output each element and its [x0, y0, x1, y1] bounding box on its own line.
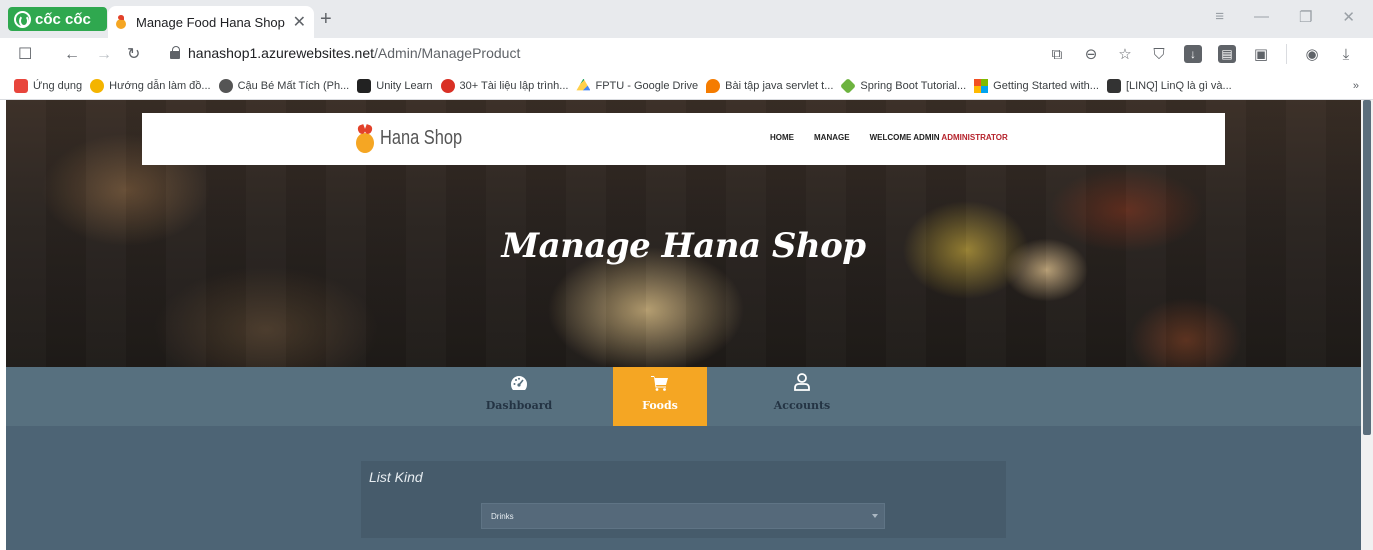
nav-manage-link[interactable]: MANAGE [814, 133, 850, 142]
microsoft-icon [974, 78, 989, 93]
pineapple-logo-icon [354, 123, 376, 153]
shopping-cart-icon [651, 376, 668, 391]
logo-text: Hana Shop [380, 126, 463, 149]
list-kind-title: List Kind [369, 469, 423, 485]
shield-icon[interactable]: ⛉ [1150, 45, 1168, 63]
bookmark-item[interactable]: Bài tập java servlet t... [706, 78, 833, 93]
toolbar-separator [1286, 44, 1287, 64]
reload-icon[interactable]: ↻ [127, 45, 140, 65]
coccoc-brand-label: cốc cốc [35, 10, 91, 28]
bookmark-item[interactable]: FPTU - Google Drive [576, 78, 698, 93]
bookmark-item[interactable]: [LINQ] LinQ là gì và... [1106, 78, 1232, 93]
profile-icon[interactable]: ◉ [1303, 45, 1321, 63]
minimize-icon[interactable]: — [1254, 8, 1269, 26]
toolbar-extensions: ⧉ ⊖ ☆ ⛉ ↓ ▤ ▣ ◉ ⤓ [1048, 44, 1355, 64]
google-drive-icon [576, 78, 591, 91]
window-controls: ≡ — ❐ ✕ [1215, 8, 1355, 26]
url-path: /Admin/ManageProduct [374, 45, 521, 61]
coccoc-logo-icon [14, 10, 31, 28]
page-scrollbar[interactable] [1361, 100, 1373, 550]
close-window-icon[interactable]: ✕ [1342, 8, 1355, 26]
forward-arrow-icon[interactable]: → [96, 45, 112, 65]
tab-search-icon[interactable]: ≡ [1215, 8, 1224, 26]
scrollbar-thumb[interactable] [1363, 100, 1371, 435]
tab-foods[interactable]: Foods [613, 367, 707, 426]
bookmarks-overflow-button[interactable]: » [1353, 80, 1359, 92]
new-tab-button[interactable]: + [320, 9, 332, 29]
lock-icon[interactable] [170, 46, 180, 59]
bookmark-item[interactable]: Unity Learn [357, 78, 433, 93]
feature-tabs: Dashboard Foods Accounts [6, 367, 1361, 426]
browser-tab-strip: cốc cốc Manage Food Hana Shop ✕ + ≡ — ❐ … [0, 0, 1373, 38]
translate-icon[interactable]: ⧉ [1048, 45, 1066, 63]
bookmark-item[interactable]: Getting Started with... [974, 78, 1099, 93]
flame-icon [706, 78, 721, 93]
download-extension-icon[interactable]: ↓ [1184, 45, 1202, 63]
page-viewport: Hana Shop HOME MANAGE WELCOME ADMIN ADMI… [6, 100, 1361, 550]
nav-welcome[interactable]: WELCOME ADMIN ADMINISTRATOR [870, 133, 1008, 142]
bookmark-item[interactable]: Spring Boot Tutorial... [840, 77, 966, 94]
nav-home-link[interactable]: HOME [770, 133, 794, 142]
tab-close-icon[interactable]: ✕ [293, 12, 306, 32]
hana-favicon-icon [114, 15, 128, 29]
tab-title: Manage Food Hana Shop [136, 14, 285, 30]
bookmark-item[interactable]: 30+ Tài liệu lập trình... [440, 78, 568, 93]
bookmark-star-icon[interactable]: ☆ [1116, 45, 1134, 63]
url-host: hanashop1.azurewebsites.net [188, 45, 375, 61]
screenshot-extension-icon[interactable]: ▣ [1252, 45, 1270, 63]
site-logo[interactable]: Hana Shop [354, 123, 480, 153]
welcome-text: WELCOME ADMIN [869, 133, 940, 142]
back-arrow-icon[interactable]: ← [64, 45, 80, 65]
tab-dashboard[interactable]: Dashboard [472, 367, 566, 426]
bookmarks-bar: Ứng dụng Hướng dẫn làm đồ... Cậu Bé Mất … [0, 72, 1373, 100]
bookmark-apps[interactable]: Ứng dụng [14, 78, 82, 93]
nav-links: HOME MANAGE WELCOME ADMIN ADMINISTRATOR [770, 133, 1008, 142]
coccoc-brand-button[interactable]: cốc cốc [8, 7, 107, 31]
bookmark-item[interactable]: Hướng dẫn làm đồ... [90, 78, 211, 93]
tab-accounts[interactable]: Accounts [755, 367, 849, 426]
restore-icon[interactable]: ❐ [1299, 8, 1312, 26]
kind-select[interactable]: Drinks [481, 503, 885, 529]
sidebar-toggle-icon[interactable]: ☐ [18, 45, 32, 65]
tab-dashboard-label: Dashboard [485, 399, 553, 412]
selenium-extension-icon[interactable]: ▤ [1218, 45, 1236, 63]
list-kind-panel: List Kind Drinks [361, 461, 1006, 538]
browser-tab-active[interactable]: Manage Food Hana Shop ✕ [108, 6, 314, 38]
unity-icon [357, 78, 372, 93]
kind-select-value: Drinks [491, 511, 514, 521]
zoom-out-icon[interactable]: ⊖ [1082, 45, 1100, 63]
tab-accounts-label: Accounts [773, 399, 831, 412]
page-title: Manage Hana Shop [501, 226, 866, 266]
tab-foods-label: Foods [642, 399, 678, 412]
admin-username: ADMINISTRATOR [941, 133, 1008, 142]
address-bar[interactable]: hanashop1.azurewebsites.net/Admin/Manage… [158, 40, 1038, 66]
spring-icon [840, 77, 857, 94]
tutorial-icon [90, 78, 105, 93]
linq-icon [1106, 78, 1121, 93]
speedometer-icon [511, 376, 527, 390]
topdev-icon [440, 78, 455, 93]
main-content: List Kind Drinks [6, 426, 1361, 550]
film-icon [218, 78, 233, 93]
downloads-icon[interactable]: ⤓ [1337, 45, 1355, 63]
chevron-down-icon [872, 514, 878, 518]
site-navbar: Hana Shop HOME MANAGE WELCOME ADMIN ADMI… [142, 113, 1225, 165]
apps-grid-icon [14, 78, 28, 93]
user-icon [794, 373, 810, 391]
bookmark-item[interactable]: Cậu Bé Mất Tích (Ph... [218, 78, 349, 93]
